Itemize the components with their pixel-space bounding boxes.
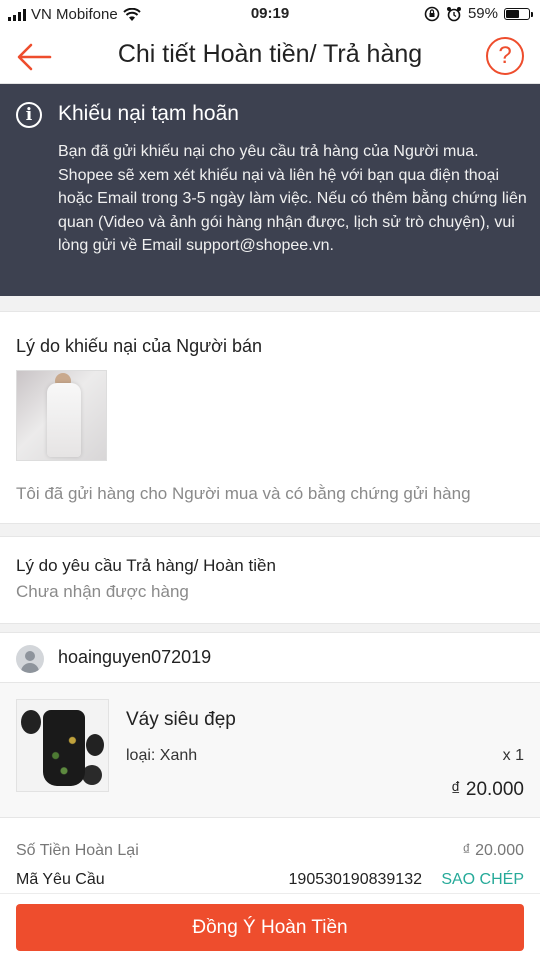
dispute-banner: i Khiếu nại tạm hoãn Bạn đã gửi khiếu nạ… — [0, 84, 540, 296]
product-price: ₫ 20.000 — [450, 779, 524, 800]
request-id-value: 190530190839132 — [288, 871, 422, 888]
arrow-left-icon — [17, 43, 52, 71]
status-bar: VN Mobifone 09:19 59% — [0, 0, 540, 30]
return-reason-value: Chưa nhận được hàng — [16, 582, 189, 601]
orientation-lock-icon — [424, 6, 440, 21]
request-id-label: Mã Yêu Cầu — [16, 871, 105, 888]
evidence-photo[interactable] — [16, 370, 107, 461]
nav-header: Chi tiết Hoàn tiền/ Trả hàng ? — [0, 30, 540, 84]
page-title: Chi tiết Hoàn tiền/ Trả hàng — [117, 40, 423, 68]
banner-text: Bạn đã gửi khiếu nại cho yêu cầu trả hàn… — [58, 143, 527, 254]
return-reason-title: Lý do yêu cầu Trả hàng/ Hoàn tiền — [16, 556, 276, 575]
footer-bar: Đồng Ý Hoàn Tiền — [0, 893, 540, 960]
seller-complaint-card: Lý do khiếu nại của Người bán Tôi đã gửi… — [0, 311, 540, 524]
refund-amount-value: ₫ 20.000 — [462, 842, 524, 859]
agree-refund-button[interactable]: Đồng Ý Hoàn Tiền — [16, 904, 524, 951]
avatar — [16, 645, 44, 673]
battery-icon — [504, 7, 533, 20]
battery-fill — [506, 9, 519, 18]
buyer-row[interactable]: hoainguyen072019 — [0, 632, 540, 682]
product-name: Váy siêu đẹp — [126, 709, 236, 730]
seller-complaint-title: Lý do khiếu nại của Người bán — [16, 336, 263, 356]
product-quantity: x 1 — [502, 747, 524, 764]
screen: VN Mobifone 09:19 59% Chi tiết Hoàn tiền… — [0, 0, 540, 960]
product-item[interactable]: Váy siêu đẹp loại: Xanh x 1 ₫ 20.000 — [0, 682, 540, 818]
battery-percent: 59% — [467, 5, 498, 22]
return-reason-card: Lý do yêu cầu Trả hàng/ Hoàn tiền Chưa n… — [0, 536, 540, 624]
seller-complaint-reason: Tôi đã gửi hàng cho Người mua và có bằng… — [16, 484, 471, 503]
status-right: 59% — [424, 5, 533, 22]
back-button[interactable] — [14, 40, 54, 74]
refund-amount-label: Số Tiền Hoàn Lại — [16, 842, 139, 859]
info-icon: i — [16, 102, 42, 128]
buyer-username: hoainguyen072019 — [58, 647, 212, 667]
copy-button[interactable]: SAO CHÉP — [441, 871, 524, 889]
product-image — [16, 699, 109, 792]
help-button[interactable]: ? — [486, 37, 524, 75]
banner-title: Khiếu nại tạm hoãn — [58, 102, 239, 125]
product-variant: loại: Xanh — [126, 747, 198, 764]
alarm-icon — [446, 6, 461, 21]
